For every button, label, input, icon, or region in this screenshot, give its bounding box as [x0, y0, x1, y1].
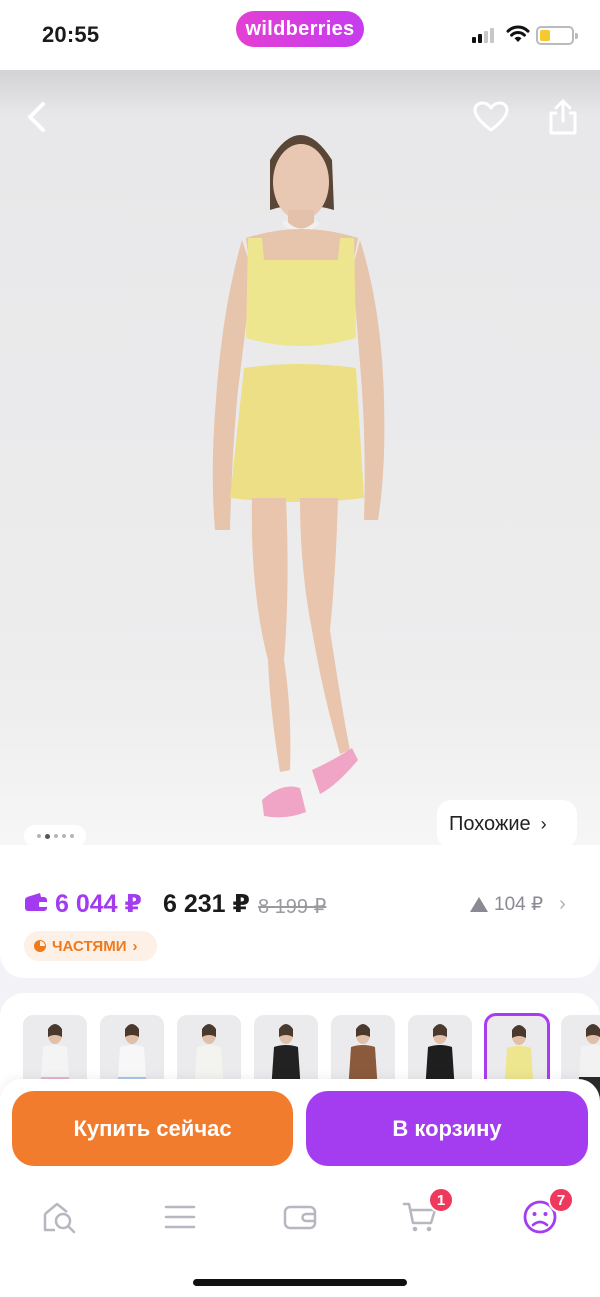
home-indicator[interactable]: [193, 1279, 407, 1286]
installments-label: ЧАСТЯМИ: [52, 937, 127, 955]
chevron-right-icon: ›: [540, 813, 547, 834]
heart-icon: [473, 101, 509, 132]
pagination-dot: [61, 834, 66, 838]
pie-chart-icon: [34, 940, 46, 952]
profile-badge: 7: [548, 1187, 574, 1213]
favorite-button[interactable]: [468, 94, 514, 140]
share-icon: [549, 99, 577, 135]
price-difference-value: 104 ₽: [494, 894, 544, 915]
tab-home[interactable]: [40, 1197, 80, 1237]
pagination-dot: [53, 834, 58, 838]
similar-label: Похожие: [449, 812, 531, 835]
tab-profile[interactable]: 7: [520, 1187, 574, 1237]
current-price: 6 231 ₽: [163, 890, 250, 918]
buy-now-button[interactable]: Купить сейчас: [12, 1091, 293, 1166]
back-button[interactable]: [14, 94, 60, 140]
tab-bar: 1 7: [0, 1179, 600, 1297]
tab-catalog[interactable]: [160, 1197, 200, 1237]
status-time: 20:55: [42, 22, 100, 47]
tab-cart[interactable]: 1: [400, 1187, 454, 1237]
tab-wallet[interactable]: [280, 1197, 320, 1237]
pagination-dot: [69, 834, 74, 838]
gallery-pagination: [24, 825, 86, 845]
pagination-dot-active: [44, 833, 50, 839]
chevron-right-icon: ›: [559, 893, 566, 915]
cart-badge: 1: [428, 1187, 454, 1213]
similar-button[interactable]: Похожие ›: [437, 800, 577, 845]
product-photo: [212, 135, 385, 818]
price-difference[interactable]: 104 ₽ ›: [470, 893, 566, 916]
share-button[interactable]: [540, 94, 586, 140]
installments-badge[interactable]: ЧАСТЯМИ ›: [24, 931, 157, 961]
price-card: 6 044 ₽ 6 231 ₽ 8 199 ₽ 104 ₽ › ЧАСТЯМИ …: [0, 845, 600, 978]
add-to-cart-button[interactable]: В корзину: [306, 1091, 588, 1166]
chevron-left-icon: [28, 102, 45, 132]
wallet-price: 6 044 ₽: [55, 890, 142, 918]
wildberries-logo: wildberries: [236, 11, 364, 47]
status-bar: 20:55 wildberries: [0, 0, 600, 70]
cellular-signal-icon: [472, 27, 500, 43]
chevron-right-icon: ›: [132, 937, 138, 955]
battery-icon: [536, 26, 578, 45]
menu-icon: [164, 1205, 196, 1229]
action-bar: Купить сейчас В корзину: [0, 1079, 600, 1179]
pagination-dot: [36, 834, 41, 838]
wallet-icon: [283, 1205, 317, 1230]
wallet-icon: [25, 893, 47, 911]
old-price: 8 199 ₽: [258, 896, 327, 918]
product-gallery[interactable]: Похожие ›: [0, 70, 600, 845]
wifi-icon: [506, 24, 530, 49]
home-search-icon: [43, 1202, 76, 1234]
triangle-up-icon: [470, 897, 488, 912]
